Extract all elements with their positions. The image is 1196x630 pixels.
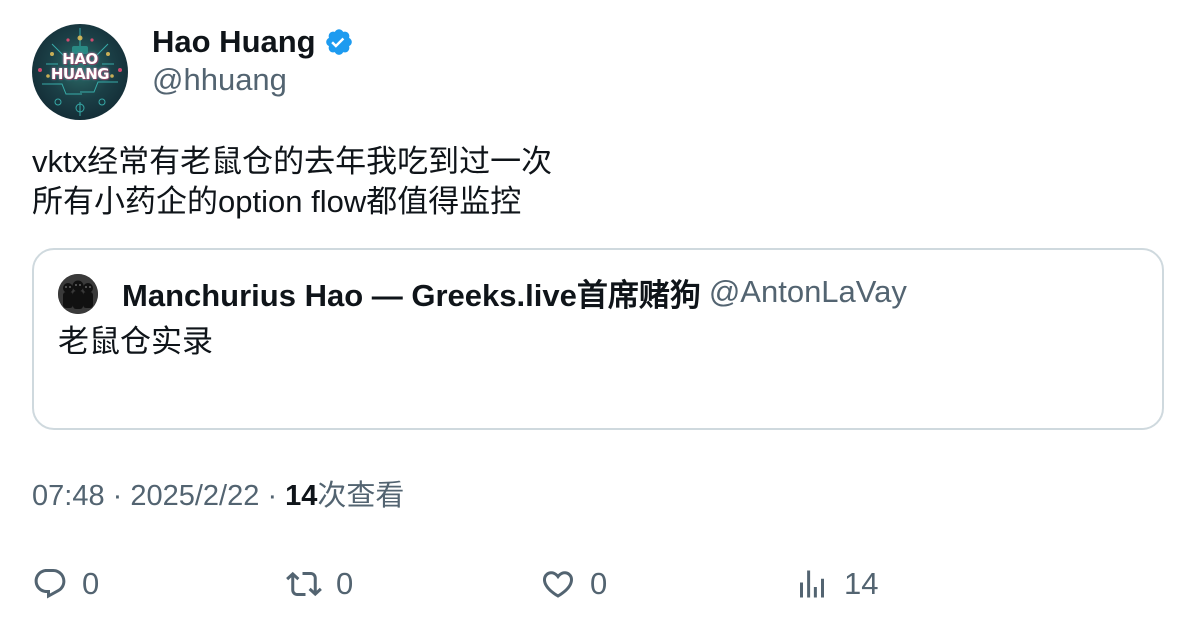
quote-author-name: Manchurius Hao — Greeks.live首席赌狗 — [122, 277, 701, 313]
views-label: 次查看 — [317, 480, 405, 512]
reply-icon — [34, 569, 66, 599]
tweet-text-line: vktx经常有老鼠仓的去年我吃到过一次 — [32, 144, 553, 179]
meta-separator: · — [267, 480, 286, 512]
tweet-text: vktx经常有老鼠仓的去年我吃到过一次 所有小药企的option flow都值得… — [32, 142, 552, 222]
quote-author-row: Manchurius Hao — Greeks.live首席赌狗 @AntonL… — [122, 272, 907, 313]
tweet-time[interactable]: 07:48 — [32, 480, 105, 512]
views-action-count: 14 — [844, 566, 879, 601]
quoted-tweet-card[interactable]: Manchurius Hao — Greeks.live首席赌狗 @AntonL… — [32, 248, 1164, 430]
like-count: 0 — [590, 566, 608, 601]
retweet-icon — [286, 571, 322, 597]
verified-badge-icon — [324, 27, 354, 57]
author-avatar[interactable]: HAO HUANG — [32, 24, 128, 120]
quote-author-avatar — [58, 274, 98, 314]
author-name[interactable]: Hao Huang — [152, 24, 316, 60]
heart-icon — [542, 571, 574, 598]
tweet-meta: 07:48 · 2025/2/22 · 14次查看 — [32, 476, 404, 516]
tweet-date[interactable]: 2025/2/22 — [130, 480, 259, 512]
tweet-actions: 0 0 0 14 — [32, 560, 1162, 608]
author-handle[interactable]: @hhuang — [152, 62, 287, 98]
retweet-count: 0 — [336, 566, 354, 601]
like-button[interactable]: 0 — [540, 560, 607, 608]
views-count: 14 — [285, 480, 318, 512]
avatar-logo-text: HAO HUANG — [50, 50, 110, 83]
retweet-button[interactable]: 0 — [286, 560, 353, 608]
reply-button[interactable]: 0 — [32, 560, 99, 608]
tweet: HAO HUANG Hao Huang @hhuang vktx经常有老鼠仓的去… — [0, 0, 1196, 630]
analytics-icon — [800, 570, 824, 598]
quote-author-handle: @AntonLaVay — [708, 274, 907, 309]
meta-separator: · — [112, 480, 131, 512]
reply-count: 0 — [82, 566, 100, 601]
tweet-text-line: 所有小药企的option flow都值得监控 — [32, 184, 522, 219]
author-name-row: Hao Huang — [152, 22, 354, 62]
quote-text: 老鼠仓实录 — [58, 324, 213, 359]
views-button[interactable]: 14 — [794, 560, 878, 608]
